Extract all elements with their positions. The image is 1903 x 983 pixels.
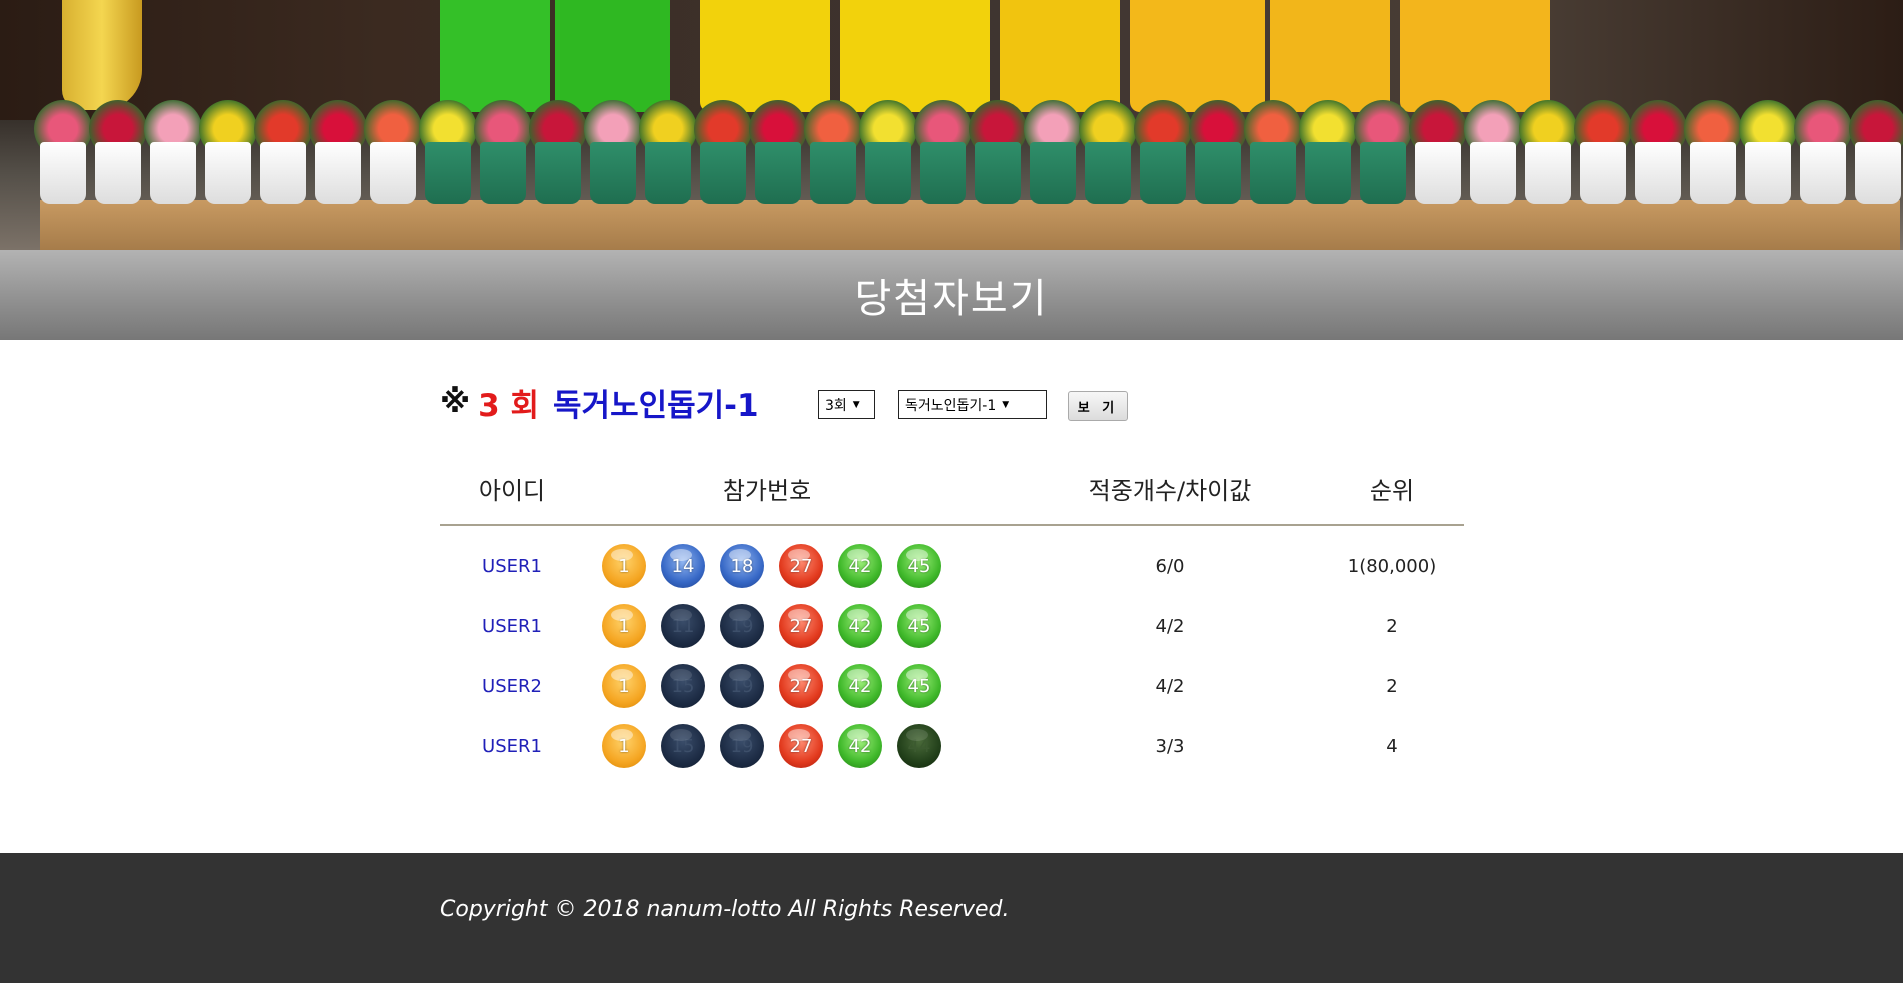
lotto-ball: 1: [602, 544, 646, 588]
game-select-value: 독거노인돕기-1: [905, 397, 997, 414]
lotto-numbers: 1 15 19 27 42 45: [602, 664, 956, 708]
header-id: 아이디: [478, 476, 546, 505]
lotto-ball: 1: [602, 604, 646, 648]
copyright-text: Copyright © 2018 nanum-lotto All Rights …: [440, 897, 1010, 922]
lotto-ball: 15: [661, 664, 705, 708]
footer: Copyright © 2018 nanum-lotto All Rights …: [0, 853, 1903, 983]
lotto-ball: 14: [661, 544, 705, 588]
user-id-link[interactable]: USER1: [440, 716, 584, 776]
lotto-ball: 45: [897, 544, 941, 588]
page-title: 당첨자보기: [854, 276, 1049, 322]
chevron-down-icon: ▼: [852, 399, 860, 410]
view-button[interactable]: 보 기: [1068, 391, 1128, 421]
lotto-ball: 42: [838, 664, 882, 708]
lotto-ball: 44: [897, 724, 941, 768]
table-row: USER1 1 14 18 27 42 45 6/0 1(80,000): [440, 536, 1464, 596]
hits-value: 3/3: [1155, 735, 1185, 757]
lotto-ball: 27: [779, 724, 823, 768]
flag-decoration: [62, 0, 142, 110]
hero-banner-image: [0, 0, 1903, 250]
table-header: 아이디 참가번호 적중개수/차이값 순위: [440, 452, 1464, 526]
header-hits: 적중개수/차이값: [1088, 476, 1252, 505]
lotto-ball: 45: [897, 604, 941, 648]
rank-value: 4: [1386, 735, 1398, 757]
game-select[interactable]: 독거노인돕기-1 ▼: [898, 390, 1047, 419]
lotto-ball: 19: [720, 604, 764, 648]
lotto-ball: 27: [779, 604, 823, 648]
table-row: USER2 1 15 19 27 42 45 4/2 2: [440, 656, 1464, 716]
rank-value: 1(80,000): [1347, 555, 1437, 577]
lotto-ball: 45: [897, 664, 941, 708]
game-name: 독거노인돕기-1: [553, 387, 759, 424]
user-id-link[interactable]: USER1: [440, 536, 584, 596]
round-select[interactable]: 3회 ▼: [818, 390, 875, 419]
header-rank: 순위: [1369, 476, 1415, 505]
lotto-ball: 27: [779, 664, 823, 708]
reference-mark: ※: [440, 384, 471, 420]
header-numbers: 참가번호: [722, 476, 812, 505]
lotto-ball: 42: [838, 724, 882, 768]
lotto-numbers: 1 14 18 27 42 45: [602, 544, 956, 588]
lotto-ball: 15: [661, 724, 705, 768]
user-id-link[interactable]: USER2: [440, 656, 584, 716]
lotto-ball: 19: [720, 724, 764, 768]
lotto-ball: 18: [720, 544, 764, 588]
table-row: USER1 1 15 19 27 42 44 3/3 4: [440, 716, 1464, 776]
hits-value: 6/0: [1155, 555, 1185, 577]
lotto-ball: 11: [661, 604, 705, 648]
lotto-ball: 42: [838, 604, 882, 648]
round-select-value: 3회: [825, 397, 847, 414]
hits-value: 4/2: [1155, 615, 1185, 637]
round-number: 3 회: [478, 387, 540, 424]
hits-value: 4/2: [1155, 675, 1185, 697]
table-row: USER1 1 11 19 27 42 45 4/2 2: [440, 596, 1464, 656]
rank-value: 2: [1386, 675, 1398, 697]
lotto-numbers: 1 15 19 27 42 44: [602, 724, 956, 768]
rank-value: 2: [1386, 615, 1398, 637]
lotto-ball: 27: [779, 544, 823, 588]
lotto-ball: 1: [602, 664, 646, 708]
user-id-link[interactable]: USER1: [440, 596, 584, 656]
lotto-ball: 19: [720, 664, 764, 708]
lotto-ball: 42: [838, 544, 882, 588]
lotto-ball: 1: [602, 724, 646, 768]
lotto-numbers: 1 11 19 27 42 45: [602, 604, 956, 648]
round-headline: ※ 3 회 독거노인돕기-1: [440, 382, 759, 424]
chevron-down-icon: ▼: [1002, 399, 1010, 410]
title-band: 당첨자보기: [0, 250, 1903, 340]
